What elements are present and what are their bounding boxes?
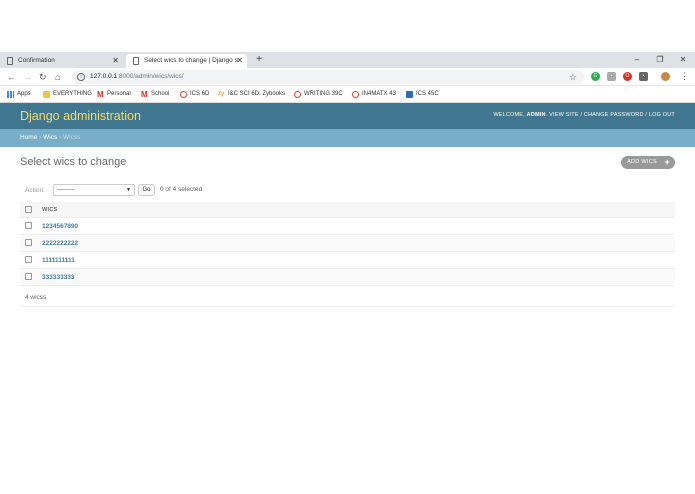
bookmark-writing-39c[interactable]: WRITING 39C xyxy=(294,89,343,100)
bookmark-in4matx-43[interactable]: IN4MATX 43 xyxy=(352,89,396,100)
add-wics-button[interactable]: ADD WICS + xyxy=(621,156,675,169)
browser-tabstrip: Confirmation ✕ Select wics to change | D… xyxy=(0,52,695,68)
bookmark-label: ICS 45C xyxy=(416,91,439,97)
username: ADMIN xyxy=(526,112,546,118)
dropdown-caret-icon: ▼ xyxy=(126,187,131,193)
menu-icon[interactable]: ⋮ xyxy=(680,70,689,82)
wics-link[interactable]: 2222222222 xyxy=(42,240,78,247)
select-all-checkbox[interactable] xyxy=(25,206,32,213)
bookmark-ics-45c[interactable]: ICS 45C xyxy=(406,89,439,100)
gmail-icon: M xyxy=(97,90,104,99)
new-tab-button[interactable]: + xyxy=(252,53,266,67)
bookmarks-bar: Apps EVERYTHING M Personal M School ICS 6D… xyxy=(0,86,695,103)
bookmark-personal[interactable]: M Personal xyxy=(97,89,131,100)
go-button[interactable]: Go xyxy=(138,184,155,196)
table-row: 1234567890 xyxy=(20,218,675,235)
table-header: WICS xyxy=(20,202,675,218)
action-selected-value: --------- xyxy=(57,187,75,193)
change-password-link[interactable]: CHANGE PASSWORD xyxy=(584,112,644,118)
page-icon xyxy=(7,57,13,65)
bookmark-label: Apps xyxy=(17,91,31,97)
wics-link[interactable]: 1234567890 xyxy=(42,223,78,230)
row-checkbox[interactable] xyxy=(25,222,32,229)
bookmark-label: Personal xyxy=(107,91,131,97)
info-icon[interactable]: i xyxy=(77,73,85,81)
row-checkbox[interactable] xyxy=(25,239,32,246)
browser-toolbar: ← → ↻ ⌂ i 127.0.0.1:8000/admin/wics/wics… xyxy=(0,68,695,86)
back-icon[interactable]: ← xyxy=(7,71,16,83)
view-site-link[interactable]: VIEW SITE xyxy=(549,112,579,118)
breadcrumb-home[interactable]: Home xyxy=(20,134,37,141)
site-brand[interactable]: Django administration xyxy=(20,109,141,123)
bookmark-apps[interactable]: Apps xyxy=(7,89,31,100)
bookmark-zybooks[interactable]: zy I&C SCI 6D: Zybooks xyxy=(218,89,285,100)
gmail-icon: M xyxy=(141,90,148,99)
bookmark-label: School xyxy=(151,91,170,97)
breadcrumb-app[interactable]: Wics xyxy=(43,134,57,141)
browser-tab-confirmation[interactable]: Confirmation ✕ xyxy=(0,54,123,68)
log-out-link[interactable]: LOG OUT xyxy=(649,112,675,118)
reload-icon[interactable]: ↻ xyxy=(39,71,47,83)
close-tab-icon[interactable]: ✕ xyxy=(236,54,243,68)
close-tab-icon[interactable]: ✕ xyxy=(112,54,119,68)
page-icon xyxy=(133,57,139,65)
opera-extension-icon[interactable]: O xyxy=(623,72,632,81)
profile-avatar[interactable] xyxy=(661,72,670,81)
welcome-text: WELCOME, xyxy=(493,112,525,118)
row-checkbox[interactable] xyxy=(25,273,32,280)
url-host: 127.0.0.1 xyxy=(90,73,118,80)
extension-icon[interactable]: ▪ xyxy=(607,72,616,81)
action-label: Action: xyxy=(25,187,45,194)
column-header-wics[interactable]: WICS xyxy=(42,207,58,213)
folder-icon xyxy=(43,91,50,98)
actions-bar: Action: --------- ▼ Go 0 of 4 selected xyxy=(20,183,675,201)
bookmark-label: ICS 6D xyxy=(190,91,210,97)
apps-grid-icon xyxy=(7,91,14,98)
paginator: 4 wicss xyxy=(20,289,675,307)
plus-icon: + xyxy=(664,157,670,167)
action-select[interactable]: --------- ▼ xyxy=(53,184,135,196)
extension-icon[interactable]: ▪ xyxy=(639,72,648,81)
tab-title: Select wics to change | Django s xyxy=(144,57,238,64)
add-button-label: ADD WICS xyxy=(627,159,657,165)
table-row: 333333333 xyxy=(20,269,675,286)
table-row: 1111111111 xyxy=(20,252,675,269)
close-window-icon[interactable]: ✕ xyxy=(673,52,693,68)
zybooks-icon: zy xyxy=(218,91,225,97)
wics-link[interactable]: 333333333 xyxy=(42,274,75,281)
bookmark-ics-6d[interactable]: ICS 6D xyxy=(180,89,209,100)
browser-tab-select-wics[interactable]: Select wics to change | Django s ✕ xyxy=(126,54,247,68)
django-header: Django administration WELCOME, ADMIN. VI… xyxy=(0,103,695,129)
user-tools: WELCOME, ADMIN. VIEW SITE / CHANGE PASSW… xyxy=(493,112,675,118)
bookmark-label: EVERYTHING xyxy=(53,91,92,97)
bookmark-label: IN4MATX 43 xyxy=(362,91,396,97)
bookmark-star-icon[interactable]: ☆ xyxy=(569,70,577,84)
tab-title: Confirmation xyxy=(18,57,55,64)
forward-icon[interactable]: → xyxy=(23,71,32,83)
gear-icon xyxy=(352,91,359,98)
selection-counter: 0 of 4 selected xyxy=(160,186,203,193)
gear-icon xyxy=(180,91,187,98)
bookmark-school[interactable]: M School xyxy=(141,89,169,100)
page-title: Select wics to change xyxy=(20,156,127,168)
maximize-icon[interactable]: ❐ xyxy=(650,52,670,68)
results-table: WICS 1234567890 2222222222 1111111111 33… xyxy=(20,202,675,286)
bookmark-label: WRITING 39C xyxy=(304,91,343,97)
minimize-icon[interactable]: – xyxy=(627,52,647,68)
url-path: :8000/admin/wics/wics/ xyxy=(117,73,184,80)
address-bar[interactable]: i 127.0.0.1:8000/admin/wics/wics/ ☆ xyxy=(72,70,584,84)
page-icon xyxy=(406,91,413,98)
grammarly-extension-icon[interactable]: G xyxy=(591,72,600,81)
home-icon[interactable]: ⌂ xyxy=(55,71,60,83)
wics-link[interactable]: 1111111111 xyxy=(42,257,75,264)
gear-icon xyxy=(294,91,301,98)
bookmark-everything[interactable]: EVERYTHING xyxy=(43,89,92,100)
row-checkbox[interactable] xyxy=(25,256,32,263)
bookmark-label: I&C SCI 6D: Zybooks xyxy=(228,91,286,97)
breadcrumb-current: Wicss xyxy=(63,134,81,141)
table-row: 2222222222 xyxy=(20,235,675,252)
breadcrumb: Home › Wics › Wicss xyxy=(0,129,695,147)
screen-top-margin xyxy=(0,0,695,52)
